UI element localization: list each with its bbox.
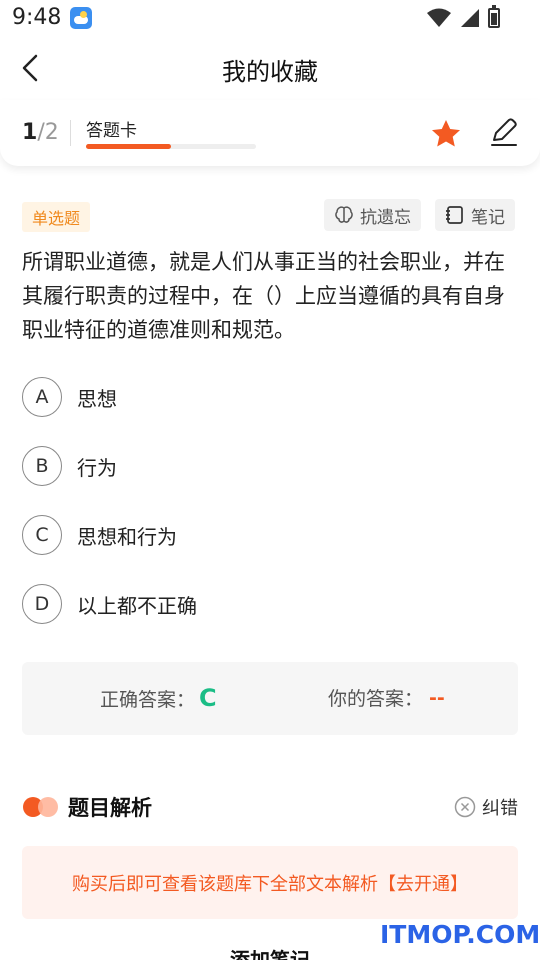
question-text: 所谓职业道德，就是人们从事正当的社会职业，并在其履行职责的过程中，在（）上应当遵… bbox=[22, 250, 505, 342]
option-text: 思想 bbox=[77, 386, 117, 411]
correct-answer-value: C bbox=[199, 684, 217, 712]
question-type-badge: 单选题 bbox=[22, 202, 91, 232]
analysis-header: 题目解析 纠错 bbox=[22, 790, 518, 824]
option-a[interactable]: A 思想 bbox=[22, 376, 522, 418]
note-button[interactable]: 笔记 bbox=[435, 199, 515, 231]
page-title: 我的收藏 bbox=[222, 58, 318, 86]
option-c[interactable]: C 思想和行为 bbox=[22, 514, 522, 556]
signal-icon bbox=[461, 9, 479, 27]
status-time: 9:48 bbox=[12, 5, 62, 30]
option-letter: D bbox=[22, 584, 62, 624]
purchase-prompt: 购买后即可查看该题库下全部文本解析【去开通】 bbox=[22, 846, 518, 919]
note-label: 笔记 bbox=[471, 207, 505, 228]
your-answer: 你的答案： -- bbox=[328, 684, 445, 711]
edit-icon[interactable] bbox=[488, 116, 520, 148]
option-text: 思想和行为 bbox=[77, 524, 177, 549]
option-b[interactable]: B 行为 bbox=[22, 445, 522, 487]
your-answer-value: -- bbox=[429, 686, 445, 709]
option-text: 行为 bbox=[77, 455, 117, 480]
progress-fill bbox=[86, 144, 171, 149]
option-letter: A bbox=[22, 377, 62, 417]
analysis-title: 题目解析 bbox=[68, 796, 152, 820]
notebook-icon bbox=[446, 206, 463, 224]
app-bar: 我的收藏 bbox=[0, 38, 540, 100]
status-icons bbox=[426, 5, 500, 28]
progress-track bbox=[86, 144, 256, 149]
correct-answer: 正确答案： C bbox=[100, 684, 217, 712]
current-question-number: 1 bbox=[22, 120, 38, 145]
correct-answer-label: 正确答案： bbox=[100, 688, 196, 711]
report-error-label: 纠错 bbox=[482, 798, 518, 819]
site-watermark-logo: ITMOP.COM bbox=[380, 920, 540, 949]
battery-icon bbox=[488, 5, 500, 28]
weather-icon bbox=[70, 7, 92, 29]
answer-card-button[interactable]: 答题卡 bbox=[86, 116, 137, 141]
purchase-link[interactable]: 购买后即可查看该题库下全部文本解析【去开通】 bbox=[72, 870, 468, 896]
answer-card-bar: 1/2 答题卡 bbox=[0, 100, 540, 166]
report-error-button[interactable]: 纠错 bbox=[454, 794, 518, 820]
close-circle-icon bbox=[454, 796, 476, 818]
total-question-count: /2 bbox=[37, 120, 59, 145]
status-bar: 9:48 bbox=[0, 0, 540, 38]
your-answer-label: 你的答案： bbox=[328, 688, 424, 710]
answer-box: 正确答案： C 你的答案： -- bbox=[22, 662, 518, 735]
option-text: 以上都不正确 bbox=[77, 593, 197, 618]
star-icon[interactable] bbox=[430, 118, 462, 150]
option-letter: B bbox=[22, 446, 62, 486]
brain-icon bbox=[335, 206, 353, 223]
divider bbox=[70, 120, 71, 146]
option-letter: C bbox=[22, 515, 62, 555]
question-counter: 1/2 bbox=[22, 120, 59, 145]
analysis-dots-icon bbox=[23, 797, 58, 817]
wifi-icon bbox=[427, 8, 451, 27]
anti-forget-label: 抗遗忘 bbox=[360, 207, 411, 228]
anti-forget-button[interactable]: 抗遗忘 bbox=[324, 199, 421, 231]
option-d[interactable]: D 以上都不正确 bbox=[22, 583, 522, 625]
